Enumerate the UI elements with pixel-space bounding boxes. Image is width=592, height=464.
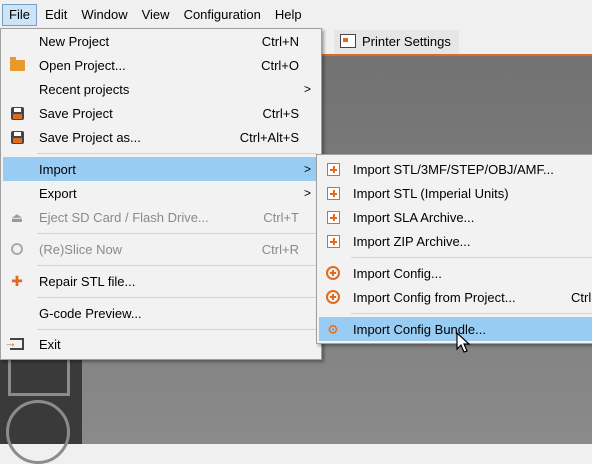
add-square-icon (325, 233, 341, 249)
menu-item-recent-projects[interactable]: Recent projects > (3, 77, 319, 101)
menu-item-save-project-as[interactable]: Save Project as... Ctrl+Alt+S (3, 125, 319, 149)
file-menu: New Project Ctrl+N Open Project... Ctrl+… (0, 28, 322, 360)
chevron-right-icon: > (303, 162, 311, 176)
menu-item-reslice-now[interactable]: (Re)Slice Now Ctrl+R (3, 237, 319, 261)
menu-item-import-config[interactable]: Import Config... (319, 261, 592, 285)
menu-item-eject[interactable]: ⏏ Eject SD Card / Flash Drive... Ctrl+T (3, 205, 319, 229)
menu-help[interactable]: Help (269, 4, 308, 26)
menu-item-open-project[interactable]: Open Project... Ctrl+O (3, 53, 319, 77)
move-tool-icon[interactable] (8, 356, 70, 396)
add-square-icon (325, 185, 341, 201)
menu-separator (351, 257, 592, 258)
menu-separator (37, 153, 317, 154)
printer-settings-icon (340, 34, 356, 48)
tab-strip: Printer Settings (322, 28, 592, 56)
rotate-tool-icon[interactable] (6, 400, 70, 464)
menu-edit[interactable]: Edit (39, 4, 73, 26)
add-circle-icon (325, 289, 341, 305)
folder-icon (9, 56, 25, 73)
menu-separator (37, 233, 317, 234)
tab-printer-settings[interactable]: Printer Settings (334, 28, 459, 54)
menu-item-new-project[interactable]: New Project Ctrl+N (3, 29, 319, 53)
menu-separator (351, 313, 592, 314)
add-square-icon (325, 209, 341, 225)
menu-separator (37, 265, 317, 266)
menu-item-import-config-from-project[interactable]: Import Config from Project... Ctrl (319, 285, 592, 309)
import-submenu: Import STL/3MF/STEP/OBJ/AMF... Import ST… (316, 154, 592, 344)
menu-item-import[interactable]: Import > (3, 157, 319, 181)
menu-item-import-sla-archive[interactable]: Import SLA Archive... (319, 205, 592, 229)
menu-item-gcode-preview[interactable]: G-code Preview... (3, 301, 319, 325)
menu-item-export[interactable]: Export > (3, 181, 319, 205)
chevron-right-icon: > (303, 186, 311, 200)
chevron-right-icon: > (303, 82, 311, 96)
menu-item-exit[interactable]: Exit (3, 332, 319, 356)
reslice-icon (9, 241, 25, 257)
menu-item-save-project[interactable]: Save Project Ctrl+S (3, 101, 319, 125)
add-square-icon (325, 161, 341, 177)
menu-separator (37, 329, 317, 330)
menu-window[interactable]: Window (75, 4, 133, 26)
tab-label: Printer Settings (362, 33, 451, 49)
menu-file[interactable]: File (2, 4, 37, 26)
repair-icon: ✚ (11, 273, 23, 289)
import-bundle-icon: ⚙ (327, 321, 339, 337)
save-as-icon (9, 129, 25, 145)
menu-item-import-stl-3mf[interactable]: Import STL/3MF/STEP/OBJ/AMF... (319, 157, 592, 181)
exit-icon (4, 335, 25, 352)
menu-item-import-zip-archive[interactable]: Import ZIP Archive... (319, 229, 592, 253)
menu-separator (37, 297, 317, 298)
menu-item-repair-stl[interactable]: ✚ Repair STL file... (3, 269, 319, 293)
menu-item-import-stl-imperial[interactable]: Import STL (Imperial Units) (319, 181, 592, 205)
mouse-cursor-icon (456, 332, 471, 353)
menu-view[interactable]: View (136, 4, 176, 26)
menubar: File Edit Window View Configuration Help (0, 0, 592, 30)
menu-configuration[interactable]: Configuration (178, 4, 267, 26)
eject-icon: ⏏ (10, 209, 24, 225)
save-icon (9, 105, 25, 121)
add-circle-icon (325, 265, 341, 281)
